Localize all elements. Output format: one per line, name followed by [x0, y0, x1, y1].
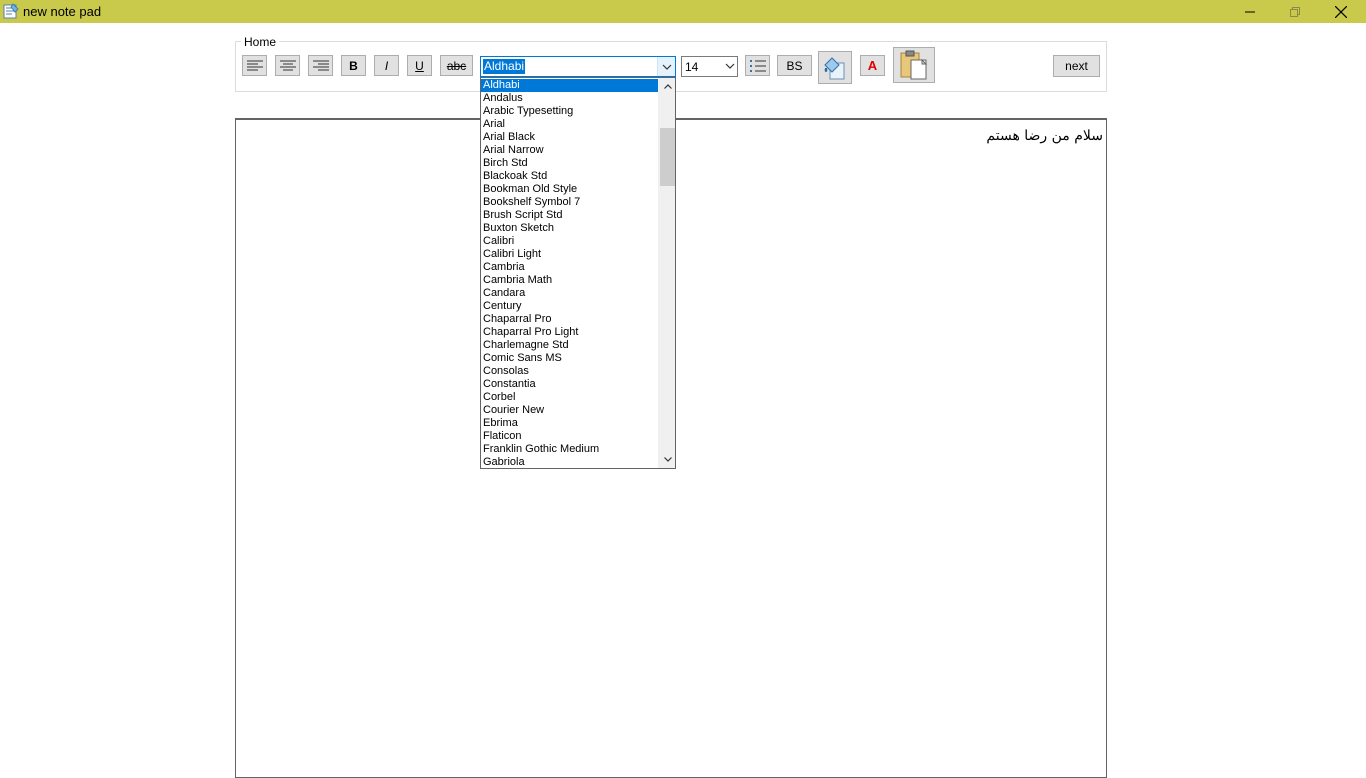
- align-center-button[interactable]: [275, 55, 300, 76]
- chevron-down-icon: [662, 64, 671, 70]
- font-list-item[interactable]: Birch Std: [481, 157, 659, 170]
- home-group-label: Home: [241, 35, 280, 49]
- align-center-icon: [279, 60, 296, 70]
- font-list-item[interactable]: Calibri Light: [481, 248, 659, 261]
- maximize-button[interactable]: [1272, 0, 1318, 23]
- font-size-value[interactable]: 14: [685, 60, 698, 74]
- font-size-combobox[interactable]: 14: [681, 56, 738, 77]
- paste-button[interactable]: [893, 47, 935, 83]
- font-list-item[interactable]: Franklin Gothic Medium: [481, 443, 659, 456]
- bs-button[interactable]: BS: [777, 55, 812, 76]
- bullet-list-icon: [749, 59, 766, 72]
- font-list-item[interactable]: Buxton Sketch: [481, 222, 659, 235]
- close-button[interactable]: [1318, 0, 1364, 23]
- font-list-item[interactable]: Arial: [481, 118, 659, 131]
- chevron-down-icon: [663, 457, 672, 462]
- font-family-combobox[interactable]: Aldhabi: [480, 56, 676, 77]
- font-list-item[interactable]: Charlemagne Std: [481, 339, 659, 352]
- align-left-button[interactable]: [242, 55, 267, 76]
- font-list-item[interactable]: Courier New: [481, 404, 659, 417]
- scroll-up-button[interactable]: [659, 78, 675, 95]
- font-list-item[interactable]: Bookshelf Symbol 7: [481, 196, 659, 209]
- font-list-item[interactable]: Candara: [481, 287, 659, 300]
- font-list-item[interactable]: Arabic Typesetting: [481, 105, 659, 118]
- italic-button[interactable]: I: [374, 55, 399, 76]
- font-list-scrollbar[interactable]: [658, 78, 675, 468]
- font-list[interactable]: Aldhabi Andalus Arabic Typesetting Arial Ari…: [481, 78, 659, 468]
- font-family-dropdown-list[interactable]: Aldhabi Andalus Arabic Typesetting Arial Ari…: [480, 77, 676, 469]
- close-icon: [1335, 5, 1347, 18]
- font-list-item[interactable]: Aldhabi: [481, 79, 659, 92]
- align-right-icon: [312, 60, 329, 70]
- minimize-button[interactable]: [1227, 0, 1273, 23]
- scroll-down-button[interactable]: [659, 451, 675, 468]
- font-list-item[interactable]: Blackoak Std: [481, 170, 659, 183]
- paint-bucket-icon: [824, 56, 845, 79]
- font-list-item[interactable]: Arial Narrow: [481, 144, 659, 157]
- align-right-button[interactable]: [308, 55, 333, 76]
- minimize-icon: [1245, 11, 1255, 12]
- underline-button[interactable]: U: [407, 55, 432, 76]
- next-button[interactable]: next: [1053, 55, 1100, 77]
- font-list-item[interactable]: Century: [481, 300, 659, 313]
- font-list-item[interactable]: Brush Script Std: [481, 209, 659, 222]
- font-list-item[interactable]: Cambria: [481, 261, 659, 274]
- font-list-item[interactable]: Chaparral Pro Light: [481, 326, 659, 339]
- font-family-value[interactable]: Aldhabi: [483, 59, 526, 74]
- align-left-icon: [246, 60, 263, 70]
- app-notepad-icon: [3, 3, 19, 19]
- font-color-button[interactable]: A: [860, 55, 885, 76]
- clipboard-icon: [900, 50, 928, 80]
- title-bar[interactable]: new note pad: [0, 0, 1366, 23]
- font-list-item[interactable]: Calibri: [481, 235, 659, 248]
- font-list-item[interactable]: Constantia: [481, 378, 659, 391]
- chevron-up-icon: [663, 84, 672, 89]
- fill-color-button[interactable]: [818, 51, 852, 84]
- font-list-item[interactable]: Corbel: [481, 391, 659, 404]
- chevron-down-icon: [725, 63, 735, 69]
- font-list-item[interactable]: Bookman Old Style: [481, 183, 659, 196]
- editor-content: سلام من رضا هستم: [986, 128, 1103, 144]
- scroll-thumb[interactable]: [660, 128, 675, 186]
- bullet-list-button[interactable]: [745, 55, 770, 76]
- font-list-item[interactable]: Consolas: [481, 365, 659, 378]
- font-list-item[interactable]: Ebrima: [481, 417, 659, 430]
- font-list-item[interactable]: Andalus: [481, 92, 659, 105]
- font-list-item[interactable]: Cambria Math: [481, 274, 659, 287]
- font-list-item[interactable]: Comic Sans MS: [481, 352, 659, 365]
- strikethrough-button[interactable]: abc: [440, 55, 473, 76]
- font-list-item[interactable]: Flaticon: [481, 430, 659, 443]
- window-title: new note pad: [23, 4, 102, 19]
- restore-icon: [1290, 6, 1300, 17]
- font-family-dropdown-button[interactable]: [657, 57, 675, 76]
- font-list-item[interactable]: Chaparral Pro: [481, 313, 659, 326]
- font-list-item[interactable]: Arial Black: [481, 131, 659, 144]
- font-list-item[interactable]: Gabriola: [481, 456, 659, 468]
- bold-button[interactable]: B: [341, 55, 366, 76]
